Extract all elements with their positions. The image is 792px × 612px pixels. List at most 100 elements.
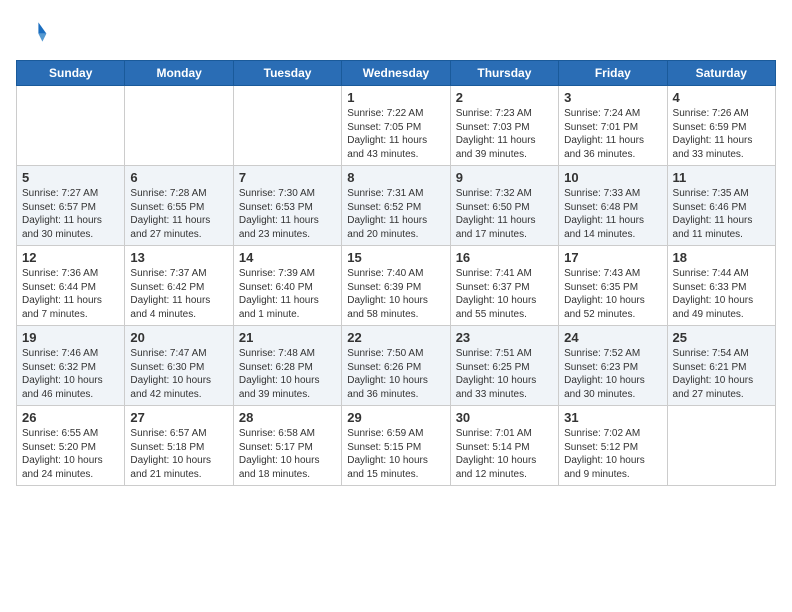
calendar-cell: 16 Sunrise: 7:41 AM Sunset: 6:37 PM Dayli… <box>450 246 558 326</box>
day-info: Sunrise: 6:58 AM Sunset: 5:17 PM Dayligh… <box>239 427 336 481</box>
day-number: 10 <box>564 170 661 185</box>
day-number: 21 <box>239 330 336 345</box>
day-number: 30 <box>456 410 553 425</box>
calendar-header-row: SundayMondayTuesdayWednesdayThursdayFrid… <box>17 61 776 86</box>
calendar-cell: 6 Sunrise: 7:28 AM Sunset: 6:55 PM Daylig… <box>125 166 233 246</box>
day-info: Sunrise: 7:54 AM Sunset: 6:21 PM Dayligh… <box>673 347 770 401</box>
day-info: Sunrise: 6:59 AM Sunset: 5:15 PM Dayligh… <box>347 427 444 481</box>
logo <box>16 16 52 48</box>
day-header-sunday: Sunday <box>17 61 125 86</box>
calendar-cell <box>17 86 125 166</box>
day-header-monday: Monday <box>125 61 233 86</box>
day-number: 20 <box>130 330 227 345</box>
calendar-cell <box>667 406 775 486</box>
day-number: 2 <box>456 90 553 105</box>
logo-icon <box>16 16 48 48</box>
day-info: Sunrise: 7:28 AM Sunset: 6:55 PM Dayligh… <box>130 187 227 241</box>
day-number: 3 <box>564 90 661 105</box>
day-header-tuesday: Tuesday <box>233 61 341 86</box>
day-number: 17 <box>564 250 661 265</box>
day-number: 8 <box>347 170 444 185</box>
calendar-cell: 12Sunrise: 7:36 AM Sunset: 6:44 PM Dayli… <box>17 246 125 326</box>
day-number: 29 <box>347 410 444 425</box>
day-info: Sunrise: 7:41 AM Sunset: 6:37 PM Dayligh… <box>456 267 553 321</box>
calendar-cell: 28 Sunrise: 6:58 AM Sunset: 5:17 PM Dayli… <box>233 406 341 486</box>
day-info: Sunrise: 7:35 AM Sunset: 6:46 PM Dayligh… <box>673 187 770 241</box>
week-row-2: 5 Sunrise: 7:27 AM Sunset: 6:57 PM Daylig… <box>17 166 776 246</box>
day-number: 11 <box>673 170 770 185</box>
day-number: 9 <box>456 170 553 185</box>
calendar-cell: 20 Sunrise: 7:47 AM Sunset: 6:30 PM Dayli… <box>125 326 233 406</box>
calendar-cell: 5 Sunrise: 7:27 AM Sunset: 6:57 PM Daylig… <box>17 166 125 246</box>
day-info: Sunrise: 7:39 AM Sunset: 6:40 PM Dayligh… <box>239 267 336 321</box>
calendar-cell: 23 Sunrise: 7:51 AM Sunset: 6:25 PM Dayli… <box>450 326 558 406</box>
day-number: 16 <box>456 250 553 265</box>
day-number: 14 <box>239 250 336 265</box>
calendar-cell: 30 Sunrise: 7:01 AM Sunset: 5:14 PM Dayli… <box>450 406 558 486</box>
day-header-friday: Friday <box>559 61 667 86</box>
day-number: 13 <box>130 250 227 265</box>
day-info: Sunrise: 7:22 AM Sunset: 7:05 PM Dayligh… <box>347 107 444 161</box>
calendar-cell: 24 Sunrise: 7:52 AM Sunset: 6:23 PM Dayli… <box>559 326 667 406</box>
day-info: Sunrise: 7:23 AM Sunset: 7:03 PM Dayligh… <box>456 107 553 161</box>
day-number: 26 <box>22 410 119 425</box>
day-info: Sunrise: 7:47 AM Sunset: 6:30 PM Dayligh… <box>130 347 227 401</box>
day-info: Sunrise: 7:46 AM Sunset: 6:32 PM Dayligh… <box>22 347 119 401</box>
calendar-cell: 13 Sunrise: 7:37 AM Sunset: 6:42 PM Dayli… <box>125 246 233 326</box>
day-info: Sunrise: 7:31 AM Sunset: 6:52 PM Dayligh… <box>347 187 444 241</box>
calendar-cell: 29 Sunrise: 6:59 AM Sunset: 5:15 PM Dayli… <box>342 406 450 486</box>
day-header-saturday: Saturday <box>667 61 775 86</box>
calendar-cell: 3 Sunrise: 7:24 AM Sunset: 7:01 PM Daylig… <box>559 86 667 166</box>
calendar-cell: 11 Sunrise: 7:35 AM Sunset: 6:46 PM Dayli… <box>667 166 775 246</box>
day-number: 7 <box>239 170 336 185</box>
week-row-1: 1 Sunrise: 7:22 AM Sunset: 7:05 PM Daylig… <box>17 86 776 166</box>
day-info: Sunrise: 7:27 AM Sunset: 6:57 PM Dayligh… <box>22 187 119 241</box>
day-info: Sunrise: 6:57 AM Sunset: 5:18 PM Dayligh… <box>130 427 227 481</box>
day-number: 4 <box>673 90 770 105</box>
day-info: Sunrise: 7:50 AM Sunset: 6:26 PM Dayligh… <box>347 347 444 401</box>
day-info: Sunrise: 7:30 AM Sunset: 6:53 PM Dayligh… <box>239 187 336 241</box>
day-number: 19 <box>22 330 119 345</box>
day-info: Sunrise: 7:48 AM Sunset: 6:28 PM Dayligh… <box>239 347 336 401</box>
calendar-cell <box>125 86 233 166</box>
day-info: Sunrise: 7:24 AM Sunset: 7:01 PM Dayligh… <box>564 107 661 161</box>
calendar-cell: 17 Sunrise: 7:43 AM Sunset: 6:35 PM Dayli… <box>559 246 667 326</box>
day-number: 23 <box>456 330 553 345</box>
calendar-cell: 4Sunrise: 7:26 AM Sunset: 6:59 PM Daylig… <box>667 86 775 166</box>
day-number: 15 <box>347 250 444 265</box>
day-info: Sunrise: 7:43 AM Sunset: 6:35 PM Dayligh… <box>564 267 661 321</box>
calendar-table: SundayMondayTuesdayWednesdayThursdayFrid… <box>16 60 776 486</box>
calendar-cell: 21 Sunrise: 7:48 AM Sunset: 6:28 PM Dayli… <box>233 326 341 406</box>
day-info: Sunrise: 7:51 AM Sunset: 6:25 PM Dayligh… <box>456 347 553 401</box>
calendar-cell: 22Sunrise: 7:50 AM Sunset: 6:26 PM Dayli… <box>342 326 450 406</box>
day-info: Sunrise: 7:40 AM Sunset: 6:39 PM Dayligh… <box>347 267 444 321</box>
day-info: Sunrise: 7:33 AM Sunset: 6:48 PM Dayligh… <box>564 187 661 241</box>
day-header-thursday: Thursday <box>450 61 558 86</box>
calendar-cell: 8 Sunrise: 7:31 AM Sunset: 6:52 PM Daylig… <box>342 166 450 246</box>
day-number: 27 <box>130 410 227 425</box>
page-header <box>16 16 776 48</box>
week-row-5: 26 Sunrise: 6:55 AM Sunset: 5:20 PM Dayli… <box>17 406 776 486</box>
day-info: Sunrise: 7:37 AM Sunset: 6:42 PM Dayligh… <box>130 267 227 321</box>
day-number: 1 <box>347 90 444 105</box>
calendar-cell: 27 Sunrise: 6:57 AM Sunset: 5:18 PM Dayli… <box>125 406 233 486</box>
day-number: 28 <box>239 410 336 425</box>
calendar-cell: 1 Sunrise: 7:22 AM Sunset: 7:05 PM Daylig… <box>342 86 450 166</box>
day-info: Sunrise: 6:55 AM Sunset: 5:20 PM Dayligh… <box>22 427 119 481</box>
day-info: Sunrise: 7:01 AM Sunset: 5:14 PM Dayligh… <box>456 427 553 481</box>
week-row-3: 12Sunrise: 7:36 AM Sunset: 6:44 PM Dayli… <box>17 246 776 326</box>
day-number: 5 <box>22 170 119 185</box>
calendar-cell: 31Sunrise: 7:02 AM Sunset: 5:12 PM Dayli… <box>559 406 667 486</box>
day-number: 18 <box>673 250 770 265</box>
day-info: Sunrise: 7:52 AM Sunset: 6:23 PM Dayligh… <box>564 347 661 401</box>
calendar-cell: 2 Sunrise: 7:23 AM Sunset: 7:03 PM Daylig… <box>450 86 558 166</box>
day-number: 6 <box>130 170 227 185</box>
calendar-cell: 9 Sunrise: 7:32 AM Sunset: 6:50 PM Daylig… <box>450 166 558 246</box>
day-number: 24 <box>564 330 661 345</box>
calendar-cell: 25 Sunrise: 7:54 AM Sunset: 6:21 PM Dayli… <box>667 326 775 406</box>
day-info: Sunrise: 7:32 AM Sunset: 6:50 PM Dayligh… <box>456 187 553 241</box>
day-number: 25 <box>673 330 770 345</box>
day-number: 31 <box>564 410 661 425</box>
calendar-cell: 7 Sunrise: 7:30 AM Sunset: 6:53 PM Daylig… <box>233 166 341 246</box>
calendar-cell: 26 Sunrise: 6:55 AM Sunset: 5:20 PM Dayli… <box>17 406 125 486</box>
